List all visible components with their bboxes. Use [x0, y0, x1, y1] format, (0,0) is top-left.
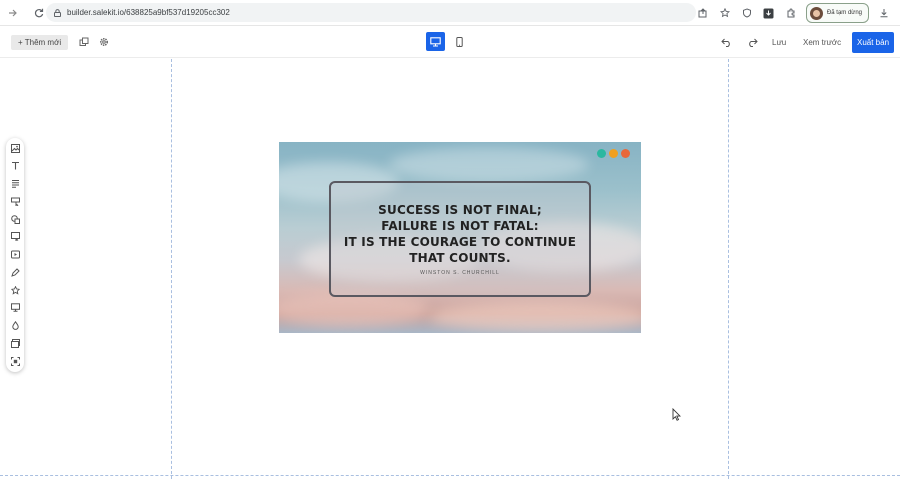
- desktop-view-button[interactable]: [426, 32, 445, 51]
- pen-icon[interactable]: [8, 265, 22, 279]
- layers-icon[interactable]: [78, 36, 90, 48]
- lock-icon: [54, 8, 61, 17]
- quote-line: FAILURE IS NOT FATAL:: [381, 219, 539, 233]
- color-dot: [621, 149, 630, 158]
- video-icon[interactable]: [8, 248, 22, 262]
- element-palette: [6, 138, 24, 372]
- add-new-button[interactable]: + Thêm mới: [11, 35, 69, 50]
- mobile-icon: [456, 36, 463, 47]
- download-icon[interactable]: [874, 3, 894, 23]
- forward-arrow-icon[interactable]: [4, 4, 22, 22]
- url-text: builder.salekit.io/638825a9bf537d19205cc…: [67, 8, 230, 17]
- quote-author: WINSTON S. CHURCHILL: [420, 270, 500, 276]
- profile-label: Đã tạm dừng: [826, 10, 862, 16]
- builder-toolbar: + Thêm mới Lưu Xem trước: [0, 27, 900, 58]
- text-icon[interactable]: [8, 159, 22, 173]
- redo-icon[interactable]: [745, 35, 759, 49]
- star-icon[interactable]: [8, 283, 22, 297]
- image-icon[interactable]: [8, 141, 22, 155]
- gear-icon[interactable]: [98, 36, 110, 48]
- undo-icon[interactable]: [719, 35, 733, 49]
- mobile-view-button[interactable]: [452, 32, 467, 51]
- address-bar[interactable]: builder.salekit.io/638825a9bf537d19205cc…: [46, 3, 696, 22]
- browser-bar: builder.salekit.io/638825a9bf537d19205cc…: [0, 0, 900, 26]
- frame-icon[interactable]: [8, 354, 22, 368]
- form-icon[interactable]: [8, 194, 22, 208]
- left-guide-line: [171, 59, 172, 479]
- color-dot: [597, 149, 606, 158]
- monitor-icon[interactable]: [8, 301, 22, 315]
- mouse-pointer-icon: [672, 407, 682, 426]
- quote-line: SUCCESS IS NOT FINAL;: [378, 203, 542, 217]
- download-extension-icon[interactable]: [759, 3, 779, 23]
- avatar: [809, 6, 823, 20]
- quote-line: IT IS THE COURAGE TO CONTINUE: [343, 235, 577, 249]
- star-bookmark-icon[interactable]: [715, 3, 735, 23]
- gallery-icon[interactable]: [8, 336, 22, 350]
- publish-button[interactable]: Xuất bản: [852, 32, 894, 53]
- popup-icon[interactable]: [8, 230, 22, 244]
- shape-icon[interactable]: [8, 212, 22, 226]
- shield-icon[interactable]: [737, 3, 757, 23]
- puzzle-icon[interactable]: [781, 3, 801, 23]
- profile-chip[interactable]: Đã tạm dừng: [805, 3, 869, 23]
- bottom-guide-line: [0, 475, 900, 476]
- color-dots: [597, 149, 633, 158]
- share-icon[interactable]: [693, 3, 713, 23]
- desktop-icon: [430, 36, 441, 46]
- quote-line: THAT COUNTS.: [409, 251, 511, 265]
- save-button[interactable]: Lưu: [772, 38, 786, 47]
- paragraph-icon[interactable]: [8, 177, 22, 191]
- color-dot: [609, 149, 618, 158]
- right-guide-line: [728, 59, 729, 479]
- preview-button[interactable]: Xem trước: [803, 38, 841, 47]
- quote-box[interactable]: SUCCESS IS NOT FINAL; FAILURE IS NOT FAT…: [329, 181, 591, 297]
- drop-icon[interactable]: [8, 319, 22, 333]
